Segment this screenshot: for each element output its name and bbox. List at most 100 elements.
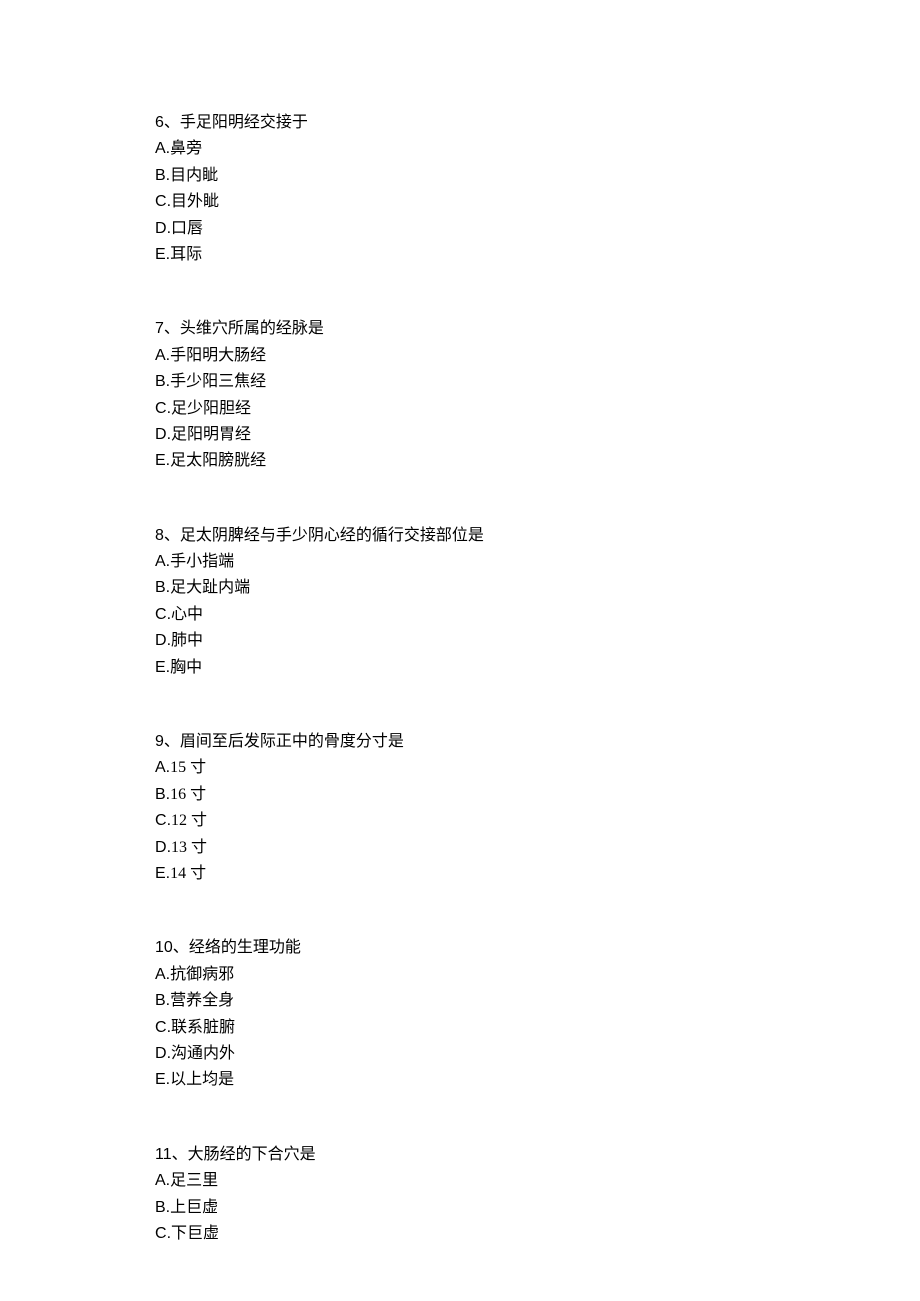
option-letter: B (155, 579, 166, 596)
option-letter: C (155, 193, 167, 210)
option: A.鼻旁 (155, 136, 920, 162)
option: E.足太阳膀胱经 (155, 448, 920, 474)
option-letter: E (155, 865, 166, 882)
option-letter: E (155, 659, 166, 676)
option: D.13 寸 (155, 835, 920, 861)
option: C.足少阳胆经 (155, 396, 920, 422)
question-number: 7 (155, 320, 164, 337)
separator: 、 (164, 114, 180, 131)
option-letter: C (155, 812, 167, 829)
question-block: 9、眉间至后发际正中的骨度分寸是 A.15 寸 B.16 寸 C.12 寸 D.… (155, 729, 920, 887)
option-letter: D (155, 426, 167, 443)
separator: 、 (172, 1146, 188, 1163)
option-letter: E (155, 246, 166, 263)
option-letter: A (155, 347, 166, 364)
option-letter: E (155, 452, 166, 469)
question-stem: 6、手足阳明经交接于 (155, 110, 920, 136)
option-text: 12 寸 (171, 812, 207, 829)
option: E.以上均是 (155, 1067, 920, 1093)
option-text: 沟通内外 (171, 1045, 235, 1062)
option-text: 耳际 (170, 246, 202, 263)
option-text: 15 寸 (170, 759, 206, 776)
option-letter: A (155, 1172, 166, 1189)
option: E.耳际 (155, 242, 920, 268)
stem-text: 大肠经的下合穴是 (188, 1146, 316, 1163)
option-text: 14 寸 (170, 865, 206, 882)
option: A.抗御病邪 (155, 962, 920, 988)
option-text: 手阳明大肠经 (170, 347, 266, 364)
question-stem: 11、大肠经的下合穴是 (155, 1142, 920, 1168)
option-letter: B (155, 992, 166, 1009)
option-text: 足太阳膀胱经 (170, 452, 266, 469)
question-number: 8 (155, 527, 164, 544)
question-number: 9 (155, 733, 164, 750)
option: B.手少阳三焦经 (155, 369, 920, 395)
option: D.沟通内外 (155, 1041, 920, 1067)
option: C.下巨虚 (155, 1221, 920, 1247)
stem-text: 眉间至后发际正中的骨度分寸是 (180, 733, 404, 750)
option-text: 口唇 (171, 220, 203, 237)
option-text: 足三里 (170, 1172, 218, 1189)
question-block: 6、手足阳明经交接于 A.鼻旁 B.目内眦 C.目外眦 D.口唇 E.耳际 (155, 110, 920, 268)
option-letter: C (155, 1019, 167, 1036)
option: C.目外眦 (155, 189, 920, 215)
option: C.心中 (155, 602, 920, 628)
option: B.16 寸 (155, 782, 920, 808)
option-text: 营养全身 (170, 992, 234, 1009)
question-stem: 9、眉间至后发际正中的骨度分寸是 (155, 729, 920, 755)
option: B.上巨虚 (155, 1195, 920, 1221)
option: A.足三里 (155, 1168, 920, 1194)
option-text: 足大趾内端 (170, 579, 250, 596)
option-text: 以上均是 (170, 1071, 234, 1088)
question-block: 8、足太阴脾经与手少阴心经的循行交接部位是 A.手小指端 B.足大趾内端 C.心… (155, 523, 920, 681)
question-block: 7、头维穴所属的经脉是 A.手阳明大肠经 B.手少阳三焦经 C.足少阳胆经 D.… (155, 316, 920, 474)
option-text: 16 寸 (170, 786, 206, 803)
stem-text: 经络的生理功能 (189, 939, 301, 956)
option-text: 足阳明胃经 (171, 426, 251, 443)
option: B.足大趾内端 (155, 575, 920, 601)
option: A.15 寸 (155, 755, 920, 781)
option-letter: B (155, 786, 166, 803)
option: B.目内眦 (155, 163, 920, 189)
option: E.胸中 (155, 655, 920, 681)
question-number: 10 (155, 939, 173, 956)
option-text: 足少阳胆经 (171, 400, 251, 417)
option-text: 手少阳三焦经 (170, 373, 266, 390)
question-stem: 7、头维穴所属的经脉是 (155, 316, 920, 342)
option: A.手小指端 (155, 549, 920, 575)
option: A.手阳明大肠经 (155, 343, 920, 369)
separator: 、 (164, 320, 180, 337)
option-letter: B (155, 373, 166, 390)
option-letter: C (155, 1225, 167, 1242)
stem-text: 手足阳明经交接于 (180, 114, 308, 131)
option-letter: A (155, 553, 166, 570)
option-letter: C (155, 400, 167, 417)
option: D.足阳明胃经 (155, 422, 920, 448)
question-block: 11、大肠经的下合穴是 A.足三里 B.上巨虚 C.下巨虚 (155, 1142, 920, 1248)
option-text: 下巨虚 (171, 1225, 219, 1242)
option-text: 手小指端 (170, 553, 234, 570)
stem-text: 足太阴脾经与手少阴心经的循行交接部位是 (180, 527, 484, 544)
option-text: 上巨虚 (170, 1199, 218, 1216)
option-text: 13 寸 (171, 839, 207, 856)
option-text: 胸中 (170, 659, 202, 676)
option-text: 目外眦 (171, 193, 219, 210)
option-letter: D (155, 1045, 167, 1062)
option-letter: D (155, 839, 167, 856)
option-letter: B (155, 167, 166, 184)
option: E.14 寸 (155, 861, 920, 887)
option: C.联系脏腑 (155, 1015, 920, 1041)
question-block: 10、经络的生理功能 A.抗御病邪 B.营养全身 C.联系脏腑 D.沟通内外 E… (155, 935, 920, 1093)
option: C.12 寸 (155, 808, 920, 834)
option-text: 鼻旁 (170, 140, 202, 157)
separator: 、 (164, 733, 180, 750)
option: B.营养全身 (155, 988, 920, 1014)
option: D.口唇 (155, 216, 920, 242)
question-number: 6 (155, 114, 164, 131)
separator: 、 (164, 527, 180, 544)
option-text: 抗御病邪 (170, 966, 234, 983)
stem-text: 头维穴所属的经脉是 (180, 320, 324, 337)
question-number: 11 (155, 1146, 172, 1163)
option-letter: A (155, 966, 166, 983)
option-letter: B (155, 1199, 166, 1216)
